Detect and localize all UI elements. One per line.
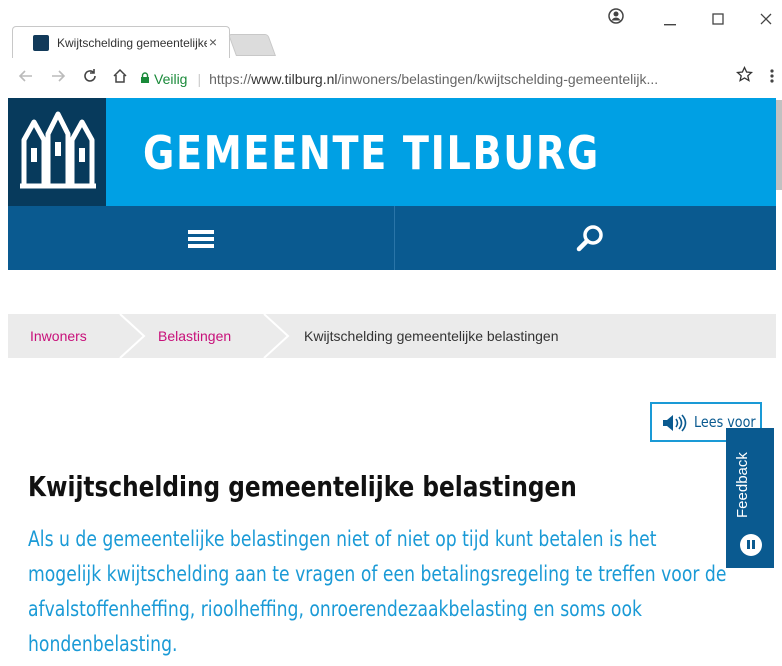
tilburg-logo[interactable] [8,98,106,206]
tab-title: Kwijtschelding gemeentelijke belastingen [57,36,207,50]
menu-icon[interactable] [770,68,774,89]
chevron-right-icon [258,313,302,359]
star-icon[interactable] [735,65,754,88]
feedback-label: Feedback [734,452,751,518]
intro-text: Als u de gemeentelijke belastingen niet … [28,527,727,656]
breadcrumb-belastingen[interactable]: Belastingen [158,328,231,344]
nav-divider [394,206,395,270]
secure-label: Veilig [154,71,188,87]
home-icon[interactable] [112,68,128,89]
browser-titlebar: Kwijtschelding gemeentelijke belastingen… [0,0,782,59]
minimize-icon[interactable] [664,14,678,32]
breadcrumb: Inwoners Belastingen Kwijtschelding geme… [8,313,776,359]
tab-close-icon[interactable]: × [209,34,217,50]
account-icon[interactable] [608,8,624,29]
search-icon[interactable] [573,222,607,256]
breadcrumb-inwoners[interactable]: Inwoners [30,328,87,344]
url-scheme: https:// [209,71,252,87]
lock-icon [140,66,150,92]
scrollbar[interactable] [776,100,782,190]
page-title: Kwijtschelding gemeentelijke belastingen [28,470,577,503]
site-nav [8,206,776,270]
new-tab-button[interactable] [227,34,277,56]
hamburger-menu-icon[interactable] [188,230,214,248]
forward-icon[interactable] [50,68,66,89]
chevron-right-icon [114,313,158,359]
site-header: GEMEENTE TILBURG [8,98,776,206]
reload-icon[interactable] [82,68,98,89]
feedback-icon [740,534,762,556]
speaker-icon [662,414,688,432]
browser-tab[interactable]: Kwijtschelding gemeentelijke belastingen… [12,26,230,58]
address-bar[interactable]: Veilig | https://www.tilburg.nl/inwoners/b… [140,66,750,92]
site-title: GEMEENTE TILBURG [143,126,600,180]
tilburg-favicon-icon [33,35,49,51]
close-window-icon[interactable] [760,12,772,30]
back-icon[interactable] [18,68,34,89]
maximize-icon[interactable] [712,12,724,30]
browser-toolbar: Veilig | https://www.tilburg.nl/inwoners/b… [0,58,782,98]
url-host: www.tilburg.nl [251,71,338,87]
url-path: /inwoners/belastingen/kwijtschelding-gem… [337,71,659,87]
breadcrumb-current: Kwijtschelding gemeentelijke belastingen [304,328,559,344]
